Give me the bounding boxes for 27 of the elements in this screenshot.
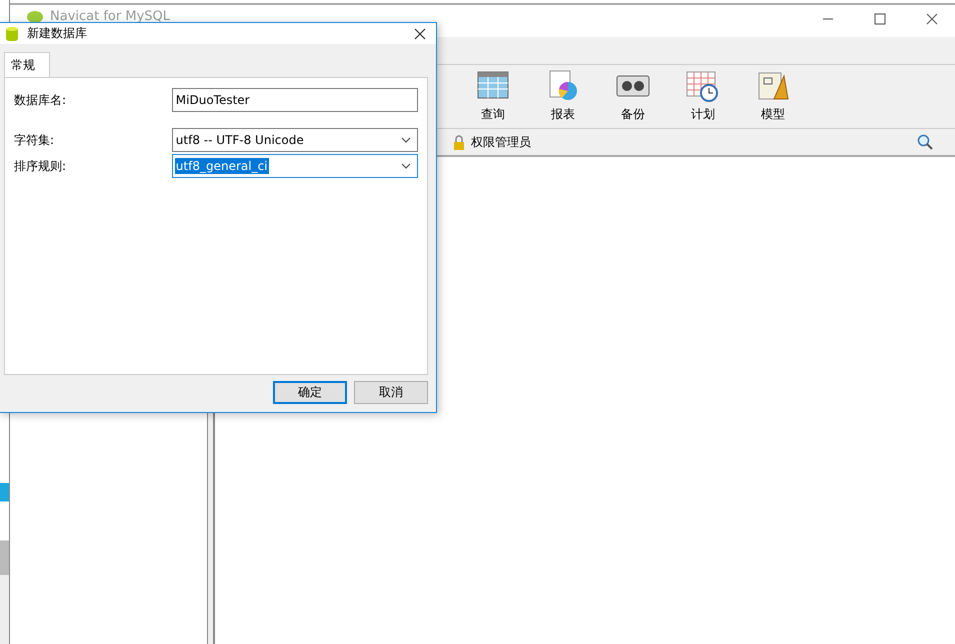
dialog-button[interactable]: 确定 — [273, 381, 347, 404]
tab[interactable]: 常规 — [4, 52, 50, 77]
dropdown[interactable]: utf8 -- UTF-8 Unicode — [172, 128, 418, 152]
input-field[interactable]: MiDuoTester — [172, 88, 418, 112]
close-icon[interactable] — [926, 13, 938, 25]
window-title: Navicat for MySQL — [50, 9, 170, 24]
dialog-button[interactable]: 取消 — [354, 381, 428, 404]
toolbar-button[interactable]: 模型 — [748, 70, 798, 123]
toolbar-button[interactable]: 计划 — [678, 70, 728, 123]
maximize-icon[interactable] — [874, 13, 886, 25]
chevron-icon — [401, 137, 411, 143]
field-label: 排序规则: — [14, 158, 68, 174]
toolbar-button[interactable]: 报表 — [538, 70, 588, 123]
toolbar-button[interactable]: 备份 — [608, 70, 658, 123]
triangle-icon — [756, 70, 790, 102]
dropdown[interactable]: utf8_general_ci — [172, 154, 418, 178]
clock-icon — [686, 70, 720, 102]
chevron-icon — [401, 163, 411, 169]
lock-icon — [453, 134, 465, 150]
privilege-manager-link[interactable]: 权限管理员 — [471, 134, 531, 150]
search-icon[interactable] — [917, 134, 933, 150]
close-icon[interactable] — [414, 28, 426, 40]
field-label: 字符集: — [14, 132, 56, 148]
field-label: 数据库名: — [14, 92, 68, 108]
toolbar-button[interactable]: 查询 — [468, 70, 518, 123]
database-icon — [5, 26, 19, 42]
dialog-title: 新建数据库 — [27, 25, 87, 42]
